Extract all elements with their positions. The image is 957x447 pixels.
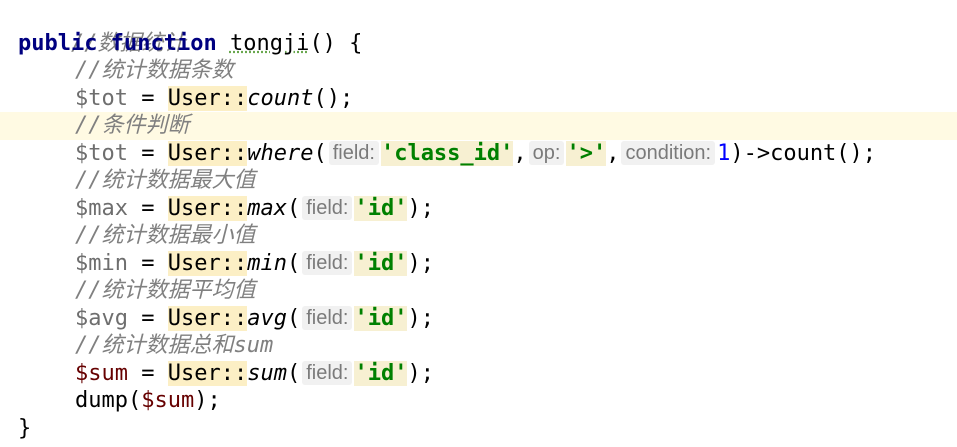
- scope-operator: ::: [220, 85, 248, 111]
- code-comment: //统计数据最小值: [75, 223, 256, 248]
- function-name[interactable]: tongji: [230, 31, 309, 56]
- variable[interactable]: $avg: [75, 306, 128, 331]
- code-punctuation: (: [313, 140, 327, 166]
- class-reference[interactable]: User: [167, 195, 221, 221]
- code-line-2: public function tongji() {: [0, 30, 957, 58]
- operator: =: [127, 140, 168, 166]
- code-comment: //统计数据平均值: [75, 278, 256, 303]
- code-punctuation: (: [286, 250, 301, 276]
- number-literal: 1: [717, 140, 731, 166]
- code-comment: //统计数据总和sum: [75, 333, 274, 358]
- class-reference[interactable]: User: [167, 250, 221, 276]
- parameter-hint: field:: [302, 250, 353, 275]
- parameter-hint: field:: [302, 195, 353, 220]
- string-literal: 'id': [354, 360, 408, 386]
- code-punctuation: (: [286, 305, 301, 331]
- code-line-1: //数据统计: [0, 2, 957, 56]
- string-literal: 'id': [354, 195, 408, 221]
- string-literal: 'id': [354, 250, 408, 276]
- code-comment: //统计数据最大值: [75, 168, 256, 193]
- code-line-5-current: //条件判断: [0, 112, 957, 140]
- code-line-10: $min = User::min(field:'id');: [0, 250, 957, 278]
- code-line-8: $max = User::max(field:'id');: [0, 195, 957, 223]
- code-line-14: $sum = User::sum(field:'id');: [0, 360, 957, 388]
- closing-brace: }: [18, 415, 32, 441]
- scope-operator: ::: [220, 305, 248, 331]
- code-punctuation: );: [407, 250, 434, 276]
- method-call[interactable]: where: [247, 141, 313, 166]
- operator: =: [127, 360, 168, 386]
- scope-operator: ::: [220, 250, 248, 276]
- variable[interactable]: $tot: [75, 141, 128, 166]
- method-call[interactable]: avg: [247, 306, 287, 331]
- parameter-hint: field:: [302, 360, 353, 385]
- class-reference[interactable]: User: [167, 85, 221, 111]
- scope-operator: ::: [220, 140, 248, 166]
- code-punctuation: );: [407, 360, 434, 386]
- method-call[interactable]: sum: [247, 361, 287, 386]
- code-line-16: }: [0, 415, 957, 443]
- code-punctuation: () {: [309, 30, 363, 56]
- code-punctuation: ();: [313, 85, 354, 111]
- operator: =: [127, 250, 168, 276]
- variable[interactable]: $tot: [75, 86, 128, 111]
- code-line-7: //统计数据最大值: [0, 167, 957, 195]
- code-line-12: $avg = User::avg(field:'id');: [0, 305, 957, 333]
- variable[interactable]: $max: [75, 196, 128, 221]
- parameter-hint: field:: [302, 305, 353, 330]
- variable[interactable]: $sum: [75, 361, 128, 386]
- code-line-6: $tot = User::where(field:'class_id', op: '…: [0, 140, 957, 168]
- code-line-13: //统计数据总和sum: [0, 332, 957, 360]
- operator: =: [127, 305, 168, 331]
- keyword-function: function: [110, 30, 217, 56]
- code-punctuation: );: [407, 305, 434, 331]
- string-literal: '>': [566, 140, 607, 166]
- code-punctuation: ,: [513, 140, 527, 166]
- operator: =: [127, 85, 168, 111]
- scope-operator: ::: [220, 195, 248, 221]
- method-call[interactable]: min: [247, 251, 287, 276]
- code-line-11: //统计数据平均值: [0, 277, 957, 305]
- variable[interactable]: $sum: [141, 388, 194, 413]
- code-punctuation: (: [286, 360, 301, 386]
- code-punctuation: );: [407, 195, 434, 221]
- class-reference[interactable]: User: [167, 305, 221, 331]
- code-comment: //统计数据条数: [75, 58, 234, 83]
- code-line-3: //统计数据条数: [0, 57, 957, 85]
- code-punctuation: );: [194, 388, 221, 413]
- code-punctuation: (: [286, 195, 301, 221]
- string-literal: 'class_id': [380, 140, 514, 166]
- operator: =: [127, 195, 168, 221]
- parameter-hint: op:: [528, 140, 565, 165]
- parameter-hint: field:: [328, 140, 379, 165]
- class-reference[interactable]: User: [167, 360, 221, 386]
- parameter-hint: condition:: [621, 140, 716, 165]
- keyword-public: public: [18, 30, 98, 56]
- method-call[interactable]: max: [247, 196, 287, 221]
- variable[interactable]: $min: [75, 251, 128, 276]
- code-line-9: //统计数据最小值: [0, 222, 957, 250]
- code-line-4: $tot = User::count();: [0, 85, 957, 113]
- code-line-15: dump($sum);: [0, 387, 957, 415]
- class-reference[interactable]: User: [167, 140, 221, 166]
- code-comment: //条件判断: [75, 113, 190, 138]
- function-call[interactable]: dump(: [75, 388, 141, 413]
- string-literal: 'id': [354, 305, 408, 331]
- code-punctuation: )->count();: [730, 140, 877, 166]
- code-punctuation: ,: [606, 140, 620, 166]
- code-editor[interactable]: //数据统计 public function tongji() { //统计数据…: [0, 0, 957, 447]
- method-call[interactable]: count: [247, 86, 313, 111]
- scope-operator: ::: [220, 360, 248, 386]
